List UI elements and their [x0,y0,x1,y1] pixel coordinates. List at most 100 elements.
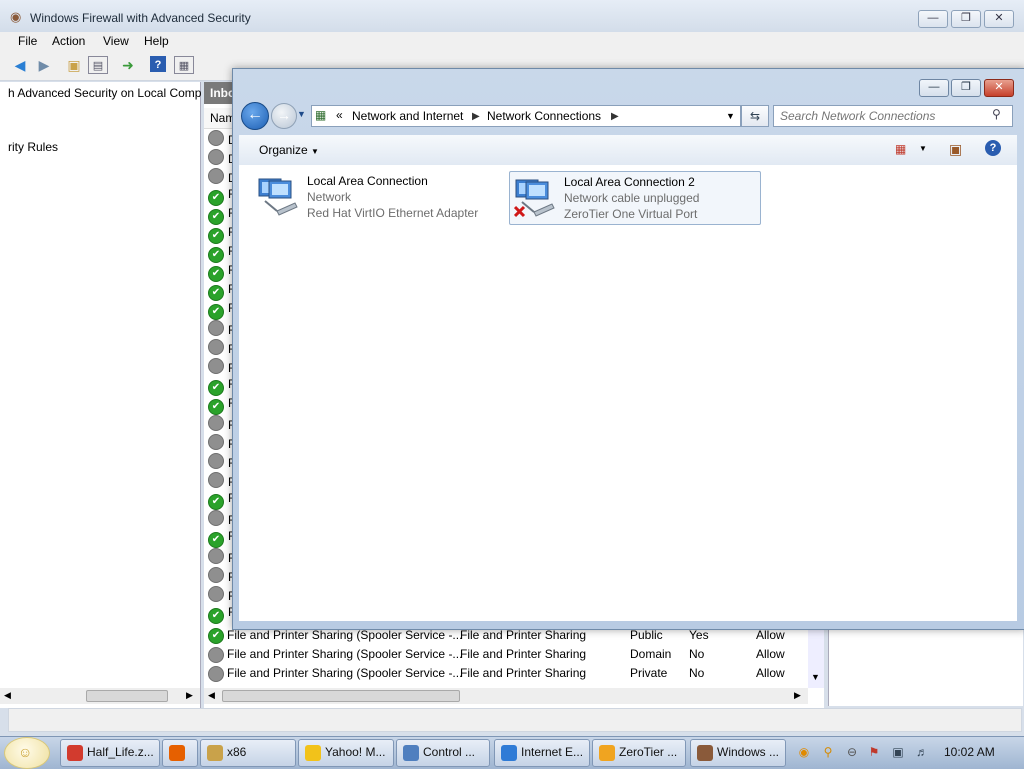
tray-search-icon[interactable]: ⚲ [820,744,836,760]
firefox-icon [169,745,185,761]
nav-forward-button[interactable]: → [271,103,297,129]
actions-pane [828,628,1023,706]
forward-arrow-icon[interactable]: ▶ [34,56,54,74]
start-orb-icon: ☺ [18,744,33,760]
breadcrumb-separator-icon[interactable]: ▶ [472,111,480,122]
menu-help[interactable]: Help [144,34,169,48]
firewall-close-button[interactable]: ✕ [984,10,1014,28]
taskbar-button[interactable] [162,739,198,767]
preview-pane-icon[interactable]: ▣ [949,141,962,158]
refresh-button[interactable]: ⇆ [741,105,769,127]
start-button[interactable]: ☺ [4,737,50,769]
tree-scroll-thumb[interactable] [86,690,168,702]
taskbar-button[interactable]: x86 [200,739,296,767]
recent-pages-chevron-icon[interactable]: ▼ [297,109,306,119]
export-list-icon[interactable]: ➜ [118,56,138,74]
scroll-left-arrow-icon[interactable]: ◀ [208,690,215,701]
scroll-down-arrow-icon[interactable]: ▼ [811,672,820,682]
tray-action-center-icon[interactable]: ⚑ [866,744,882,760]
connection-name: Local Area Connection [307,174,428,188]
tray-volume-icon[interactable]: ♬ [914,744,930,760]
rule-row[interactable]: File and Printer Sharing (Spooler Servic… [208,646,808,665]
rule-enabled-icon: ✔ [208,380,224,396]
search-input[interactable] [780,108,980,124]
organize-button[interactable]: Organize ▼ [259,143,319,157]
tree-horizontal-scrollbar[interactable]: ◀ ▶ [0,688,200,704]
rule-enabled-icon: ✔ [208,494,224,510]
tray-power-icon[interactable]: ◉ [796,744,812,760]
taskbar-button-label: Control ... [423,745,476,759]
rule-action-cell: Allow [756,666,785,680]
network-connections-window: — ❐ ✕ ← → ▼ ▦ « Network and Internet ▶ N… [232,68,1024,630]
search-box[interactable]: ⚲ [773,105,1013,127]
firewall-maximize-button[interactable]: ❐ [951,10,981,28]
nc-close-button[interactable]: ✕ [984,79,1014,97]
network-adapter-icon [514,179,555,218]
rule-profile-cell: Public [630,628,663,642]
help-icon[interactable]: ? [985,140,1001,156]
address-bar[interactable]: ▦ « Network and Internet ▶ Network Conne… [311,105,741,127]
rule-action-cell: Allow [756,628,785,642]
back-arrow-icon[interactable]: ◀ [10,56,30,74]
menu-action[interactable]: Action [52,34,85,48]
rules-horizontal-scrollbar[interactable]: ◀ ▶ [204,688,808,704]
rules-vertical-scrollbar[interactable]: ▼ [808,628,824,688]
organize-label: Organize [259,143,308,157]
rule-disabled-icon [208,415,224,431]
nc-minimize-button[interactable]: — [919,79,949,97]
firewall-statusbar [8,708,1022,732]
scroll-left-arrow-icon[interactable]: ◀ [4,690,11,701]
tray-minus-icon[interactable]: ⊖ [844,744,860,760]
firewall-minimize-button[interactable]: — [918,10,948,28]
rule-enabled-icon: ✔ [208,209,224,225]
menu-file[interactable]: File [18,34,37,48]
search-icon[interactable]: ⚲ [992,107,1001,121]
rule-row[interactable]: File and Printer Sharing (Spooler Servic… [208,665,808,684]
rule-enabled-icon: ✔ [208,247,224,263]
connection-item[interactable]: Local Area Connection 2 Network cable unp… [509,171,761,225]
taskbar-button[interactable]: Yahoo! M... [298,739,394,767]
connection-item[interactable]: Local Area Connection Network Red Hat Virt… [253,171,503,223]
show-hide-tree-icon[interactable]: ▤ [88,56,108,74]
tree-item-root[interactable]: h Advanced Security on Local Comp [8,86,201,100]
rule-enabled-icon: ✔ [208,399,224,415]
connections-list: Local Area Connection Network Red Hat Virt… [239,165,1017,621]
show-hide-action-pane-icon[interactable]: ▦ [174,56,194,74]
rule-disabled-icon [208,586,224,602]
firewall-titlebar[interactable]: ◉ Windows Firewall with Advanced Securit… [0,0,1024,32]
rule-disabled-icon [208,434,224,450]
breadcrumb-network-and-internet[interactable]: Network and Internet [352,109,463,123]
breadcrumb-separator-icon[interactable]: ▶ [611,111,619,122]
rule-disabled-icon [208,130,224,146]
breadcrumb-overflow[interactable]: « [336,108,343,122]
rule-enabled-icon: ✔ [208,266,224,282]
tree-item-security-rules[interactable]: rity Rules [8,140,58,154]
control-panel-icon: ▦ [315,108,327,122]
taskbar-button[interactable]: Windows ... [690,739,786,767]
nc-maximize-button[interactable]: ❐ [951,79,981,97]
taskbar-button[interactable]: Control ... [396,739,490,767]
menu-view[interactable]: View [103,34,129,48]
view-chevron-down-icon[interactable]: ▼ [919,144,927,153]
address-dropdown-icon[interactable]: ▼ [726,111,735,121]
connection-adapter: ZeroTier One Virtual Port [564,207,698,221]
help-icon[interactable]: ? [150,56,166,72]
rule-enabled-icon: ✔ [208,228,224,244]
zerotier-icon [599,745,615,761]
tray-network-icon[interactable]: ▣ [890,744,906,760]
taskbar-clock[interactable]: 10:02 AM [944,745,995,759]
scroll-right-arrow-icon[interactable]: ▶ [186,690,193,701]
taskbar-button[interactable]: ZeroTier ... [592,739,686,767]
rules-scroll-thumb[interactable] [222,690,460,702]
nav-back-button[interactable]: ← [241,102,269,130]
up-folder-icon[interactable]: ▣ [64,56,84,74]
taskbar-button-label: Windows ... [717,745,780,759]
scroll-right-arrow-icon[interactable]: ▶ [794,690,801,701]
breadcrumb-network-connections[interactable]: Network Connections [487,109,601,123]
taskbar-button[interactable]: Half_Life.z... [60,739,160,767]
connection-name: Local Area Connection 2 [564,175,695,189]
firewall-app-icon: ◉ [10,9,22,24]
view-options-icon[interactable]: ▦ [895,142,906,156]
rule-disabled-icon [208,548,224,564]
taskbar-button[interactable]: Internet E... [494,739,590,767]
